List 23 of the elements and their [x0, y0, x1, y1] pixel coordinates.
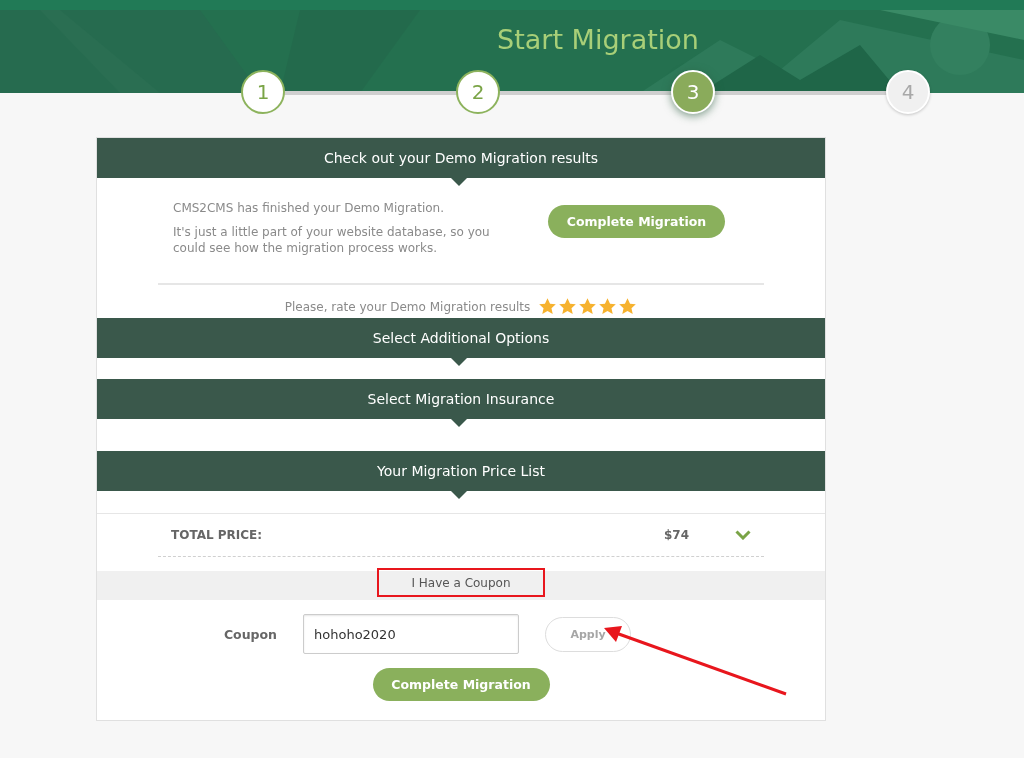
total-price: $74 [663, 528, 689, 542]
section-title: Your Migration Price List [377, 463, 545, 479]
info-text: CMS2CMS has finished your Demo Migration. [173, 200, 445, 216]
chevron-down-icon[interactable] [735, 530, 751, 540]
star-icon[interactable] [538, 297, 558, 316]
star-icon[interactable] [558, 297, 578, 316]
section-title: Select Additional Options [372, 330, 550, 346]
page-title: Start Migration [497, 23, 699, 57]
complete-migration-button[interactable]: Complete Migration [372, 668, 550, 701]
step-indicator: 1 [241, 70, 285, 114]
coupon-field[interactable]: hohoho2020 [303, 614, 519, 654]
coupon-label: Coupon [222, 626, 277, 642]
star-icon[interactable] [598, 297, 618, 316]
total-label: TOTAL PRICE: [171, 528, 263, 542]
complete-migration-button[interactable]: Complete Migration [548, 205, 725, 238]
star-icon[interactable] [618, 297, 638, 316]
star-icon[interactable] [578, 297, 598, 316]
section-title: Check out your Demo Migration results [323, 150, 599, 166]
star-rating[interactable] [538, 297, 638, 316]
section-title: Select Migration Insurance [367, 391, 555, 407]
info-text: It's just a little part of your website database, so you could see how the migration process works. [173, 224, 491, 256]
rating-prompt: Please, rate your Demo Migration results [284, 299, 531, 314]
coupon-toggle[interactable]: I Have a Coupon [411, 575, 511, 590]
